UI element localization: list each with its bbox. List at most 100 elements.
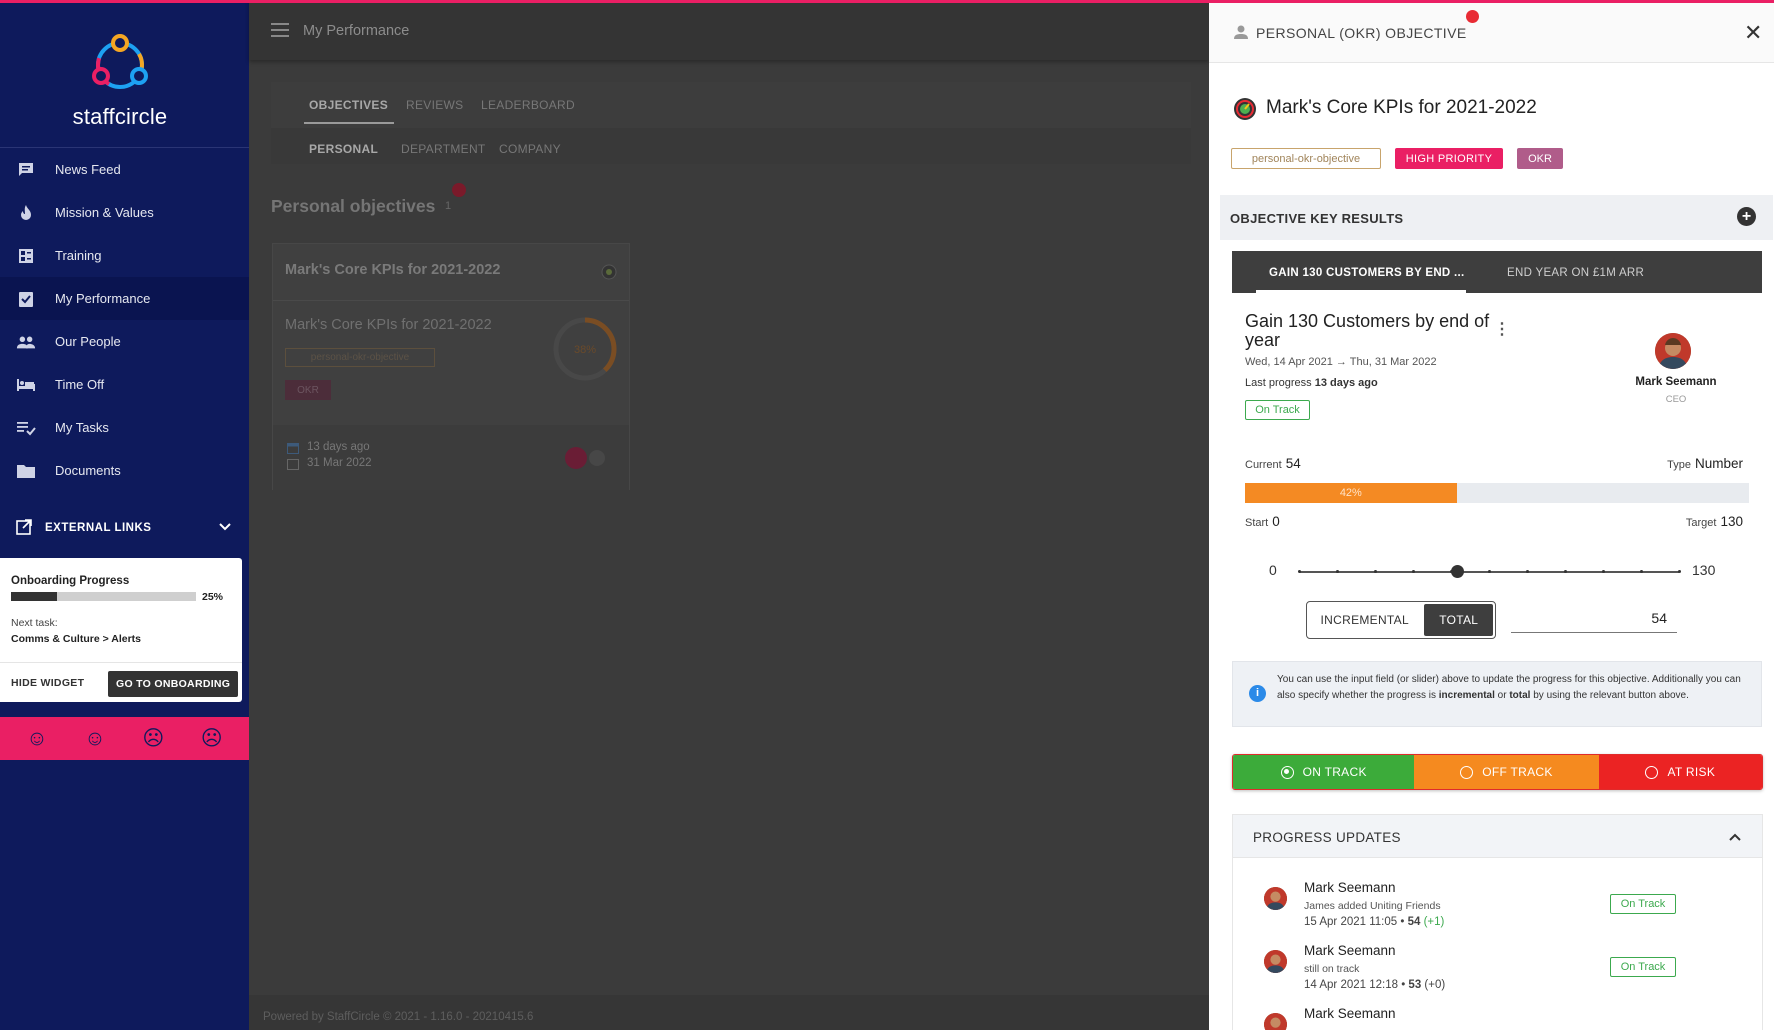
progress-slider[interactable]: 0 130: [1269, 559, 1729, 583]
info-text-mid: or: [1494, 690, 1510, 701]
sidebar-item-time-off[interactable]: Time Off: [0, 363, 249, 406]
at-risk-label: AT RISK: [1667, 765, 1716, 779]
slider-tick: [1450, 570, 1453, 573]
status-selector: ON TRACK OFF TRACK AT RISK: [1232, 754, 1763, 790]
info-text-part2: by using the relevant button above.: [1530, 690, 1689, 701]
okr-tag: OKR: [1517, 148, 1563, 169]
objective-card[interactable]: Mark's Core KPIs for 2021-2022 Mark's Co…: [272, 243, 630, 490]
training-icon: [16, 246, 36, 266]
update-author: Mark Seemann: [1304, 880, 1396, 895]
tab-key-result-arr[interactable]: END YEAR ON £1M ARR: [1507, 267, 1644, 279]
tab-key-result-customers[interactable]: GAIN 130 CUSTOMERS BY END ...: [1269, 267, 1465, 279]
mood-happy-icon[interactable]: ☺: [84, 728, 105, 749]
panel-header: PERSONAL (OKR) OBJECTIVE ✕: [1209, 3, 1774, 63]
incremental-button[interactable]: INCREMENTAL: [1307, 602, 1422, 638]
tab-department[interactable]: DEPARTMENT: [401, 142, 486, 156]
target-value: Target 130: [1686, 514, 1743, 529]
next-task-value: Comms & Culture > Alerts: [11, 633, 142, 645]
total-button[interactable]: TOTAL: [1424, 604, 1493, 636]
slider-tick: [1602, 570, 1605, 573]
objective-card-subtitle: Mark's Core KPIs for 2021-2022: [285, 317, 492, 333]
mood-neutral-icon[interactable]: ☹: [142, 728, 164, 749]
tab-leaderboard[interactable]: LEADERBOARD: [481, 98, 575, 112]
sidebar-nav: News Feed Mission & Values Training My P…: [0, 148, 249, 554]
sidebar-item-my-performance[interactable]: My Performance: [0, 277, 249, 320]
go-to-onboarding-button[interactable]: GO TO ONBOARDING: [108, 671, 239, 697]
sidebar-item-my-tasks[interactable]: My Tasks: [0, 406, 249, 449]
brand-logo[interactable]: staffcircle: [0, 0, 249, 148]
slider-tick: [1374, 570, 1377, 573]
chevron-up-icon[interactable]: [1729, 828, 1741, 844]
owner-avatar: [1655, 333, 1691, 369]
people-icon: [16, 332, 36, 352]
add-key-result-icon[interactable]: +: [1737, 207, 1756, 226]
footer-text: Powered by StaffCircle © 2021 - 1.16.0 -…: [263, 1011, 534, 1023]
sidebar-item-label: News Feed: [55, 162, 121, 177]
section-title: Personal objectives: [271, 196, 436, 216]
slider-tick: [1336, 570, 1339, 573]
objective-card-footer: 13 days ago 31 Mar 2022: [273, 425, 629, 490]
mood-sad-icon[interactable]: ☹: [201, 728, 223, 749]
radio-icon: [1460, 765, 1474, 779]
mood-very-happy-icon[interactable]: ☺: [26, 728, 47, 749]
slider-min: 0: [1269, 562, 1277, 578]
tab-personal[interactable]: PERSONAL: [309, 142, 378, 156]
person-icon: [1233, 24, 1249, 45]
info-text: You can use the input field (or slider) …: [1277, 672, 1747, 704]
at-risk-button[interactable]: AT RISK: [1598, 755, 1762, 789]
status-badge: On Track: [1610, 957, 1676, 977]
on-track-button[interactable]: ON TRACK: [1233, 755, 1415, 789]
hide-widget-button[interactable]: HIDE WIDGET: [11, 677, 84, 689]
progress-mode-toggle: INCREMENTAL TOTAL: [1306, 601, 1496, 639]
objective-type-icon: [601, 264, 617, 285]
sidebar-item-news-feed[interactable]: News Feed: [0, 148, 249, 191]
external-links-toggle[interactable]: EXTERNAL LINKS: [0, 502, 249, 554]
update-value: 53: [1408, 979, 1422, 991]
owner-name: Mark Seemann: [1635, 376, 1717, 388]
tab-objectives[interactable]: OBJECTIVES: [309, 98, 388, 112]
last-progress: Last progress 13 days ago: [1245, 377, 1378, 389]
tab-reviews[interactable]: REVIEWS: [406, 98, 463, 112]
kr-tab-underline: [1256, 290, 1466, 293]
more-options-icon[interactable]: ⋮: [1494, 319, 1510, 339]
key-results-label: OBJECTIVE KEY RESULTS: [1230, 211, 1404, 226]
slider-tick: [1564, 570, 1567, 573]
sidebar-item-our-people[interactable]: Our People: [0, 320, 249, 363]
update-date: 14 Apr 2021 12:18: [1304, 979, 1398, 991]
progress-value-input[interactable]: [1511, 603, 1677, 633]
update-meta: 14 Apr 2021 12:18 • 53 (+0): [1304, 979, 1446, 991]
key-result-progress-bar: 42%: [1245, 483, 1749, 503]
current-value: Current 54: [1245, 456, 1301, 471]
off-track-button[interactable]: OFF TRACK: [1414, 755, 1599, 789]
avatar: [1264, 950, 1287, 973]
last-progress-value: 13 days ago: [1314, 377, 1378, 389]
tab-company[interactable]: COMPANY: [499, 142, 561, 156]
start-number: 0: [1272, 514, 1280, 529]
slider-max: 130: [1692, 562, 1716, 578]
sidebar-item-documents[interactable]: Documents: [0, 449, 249, 492]
update-meta: 15 Apr 2021 11:05 • 54 (+1): [1304, 916, 1445, 928]
close-icon[interactable]: ✕: [1744, 20, 1762, 46]
staffcircle-logo-icon: [92, 34, 148, 89]
sidebar-item-mission-values[interactable]: Mission & Values: [0, 191, 249, 234]
sidebar: staffcircle News Feed Mission & Values T…: [0, 0, 249, 1030]
progress-updates-header[interactable]: PROGRESS UPDATES: [1233, 815, 1762, 858]
hamburger-menu-icon[interactable]: [271, 23, 289, 42]
radio-icon: [1645, 765, 1659, 779]
mood-bar: ☺ ☺ ☹ ☹: [0, 717, 249, 760]
start-label: Start: [1245, 517, 1269, 529]
owner-role: CEO: [1665, 394, 1687, 405]
page-title: My Performance: [303, 23, 410, 39]
chevron-down-icon: [219, 522, 231, 534]
list-item: Mark Seemann James added Uniting Friends…: [1233, 869, 1762, 939]
sidebar-item-label: Training: [55, 248, 102, 263]
sidebar-item-label: Time Off: [55, 377, 105, 392]
sidebar-item-training[interactable]: Training: [0, 234, 249, 277]
status-badge: On Track: [1245, 400, 1310, 420]
onboarding-title: Onboarding Progress: [11, 575, 130, 587]
type-value: Number: [1694, 456, 1743, 471]
target-number: 130: [1720, 514, 1743, 529]
update-note: still on track: [1304, 963, 1360, 975]
avatar: [1264, 1013, 1287, 1030]
key-result-title: Gain 130 Customers by end of year: [1245, 311, 1490, 350]
